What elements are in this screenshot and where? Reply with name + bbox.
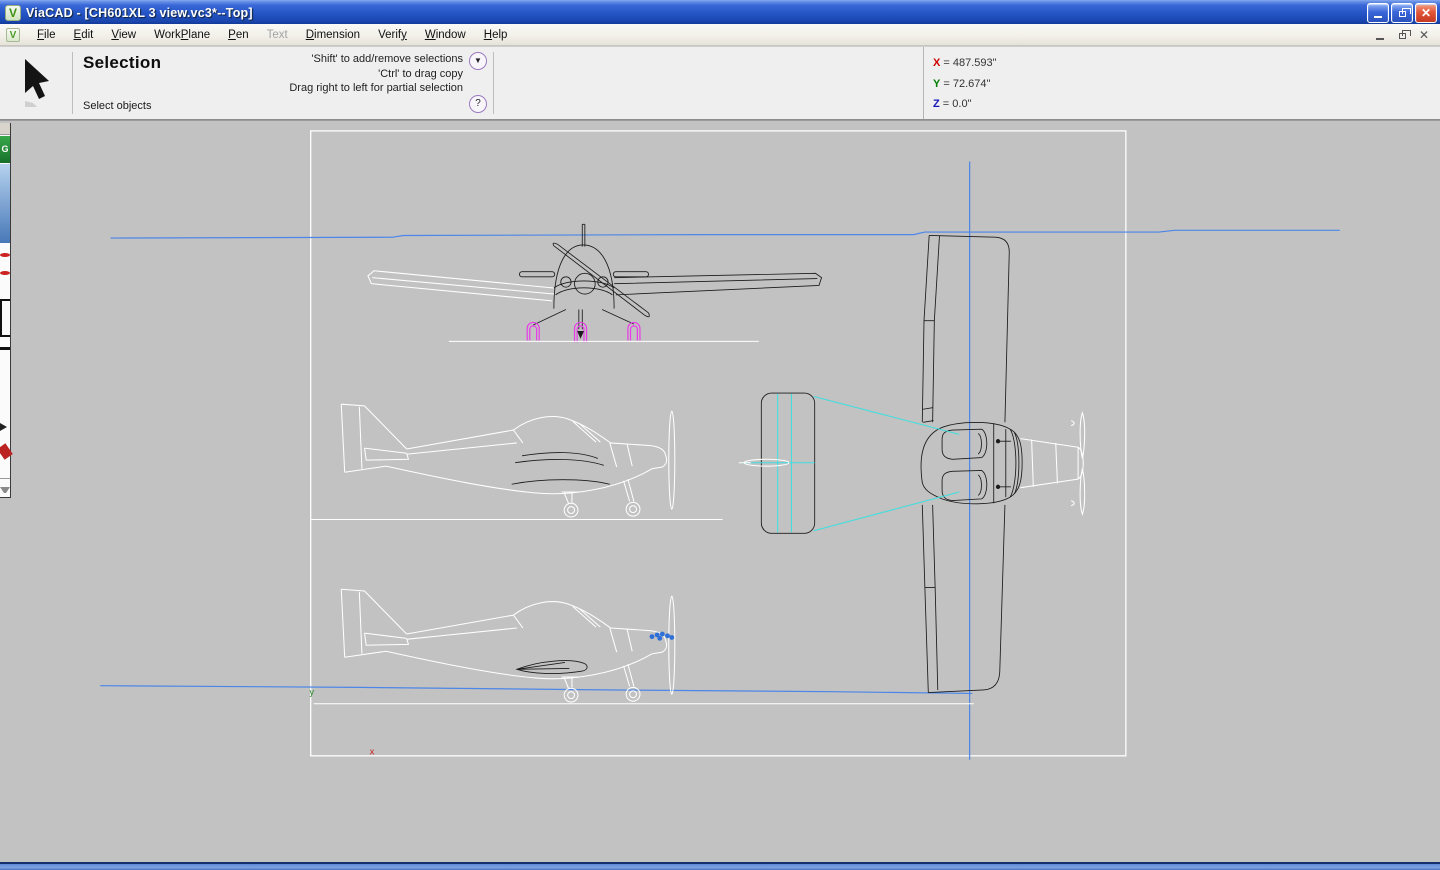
left-toolbar-partial[interactable]: G (0, 123, 11, 498)
close-button[interactable]: ✕ (1415, 3, 1437, 23)
mdi-minimize-icon (1376, 33, 1384, 40)
title-bar: V ViaCAD - [CH601XL 3 view.vc3*--Top] ✕ (0, 0, 1440, 24)
tool-status: Select objects (83, 100, 241, 112)
menu-edit[interactable]: Edit (65, 26, 103, 44)
menu-workplane[interactable]: WorkPlane (145, 26, 219, 44)
menu-pen[interactable]: Pen (219, 26, 257, 44)
menu-help[interactable]: Help (475, 26, 517, 44)
toolbar-icon-fragment[interactable] (0, 271, 10, 275)
front-view-drawing[interactable] (368, 224, 822, 342)
toolbar-icon-fragment[interactable] (0, 487, 10, 493)
document-icon[interactable]: V (6, 28, 20, 42)
toolbar-icon-fragment[interactable] (0, 423, 10, 431)
restore-icon (1399, 11, 1406, 17)
toolbar-icon-fragment[interactable] (0, 347, 10, 350)
y-axis-label: y (309, 687, 314, 698)
x-axis-label: x (370, 747, 375, 758)
drawing-sheet[interactable]: y x (0, 121, 1440, 862)
menu-items: FileEditViewWorkPlanePenTextDimensionVer… (28, 26, 516, 44)
menu-bar: V FileEditViewWorkPlanePenTextDimensionV… (0, 24, 1440, 46)
toolbar-blue-panel-fragment[interactable] (0, 164, 10, 243)
menu-dimension[interactable]: Dimension (297, 26, 369, 44)
z-coordinate-value: = 0.0" (943, 98, 972, 110)
toolbar-icon-fragment[interactable] (0, 443, 13, 459)
toolbar-icon-fragment[interactable] (0, 253, 10, 257)
construction-lines[interactable] (100, 161, 1340, 759)
tool-options-dropdown-button[interactable]: ▼ (469, 52, 487, 70)
y-coordinate-value: = 72.674" (943, 78, 990, 90)
x-coordinate-value: = 487.593" (943, 57, 996, 69)
tool-name: Selection (83, 53, 241, 73)
tool-help-button[interactable]: ? (469, 95, 487, 113)
mdi-restore-icon (1399, 33, 1406, 39)
x-coordinate-label: X (933, 57, 940, 69)
viacad-app-icon[interactable]: V (5, 5, 21, 21)
cursor-arrow-icon (19, 57, 53, 109)
y-coordinate-label: Y (933, 78, 940, 90)
toolbar-icon-fragment[interactable] (0, 299, 10, 337)
menu-view[interactable]: View (102, 26, 145, 44)
z-coordinate-label: Z (933, 98, 940, 110)
close-icon: ✕ (1421, 8, 1431, 18)
sheet-border (311, 131, 1126, 756)
side-view-upper-drawing[interactable] (311, 404, 722, 519)
side-view-lower-drawing[interactable] (314, 589, 974, 703)
toolbar-g-button[interactable]: G (0, 136, 10, 163)
hint-line: Drag right to left for partial selection (241, 81, 463, 96)
minimize-icon (1374, 11, 1382, 18)
window-title: ViaCAD - [CH601XL 3 view.vc3*--Top] (26, 6, 1367, 20)
viacad-window: V ViaCAD - [CH601XL 3 view.vc3*--Top] ✕ … (0, 0, 1440, 870)
restore-button[interactable] (1391, 3, 1413, 23)
hint-line: 'Shift' to add/remove selections (241, 52, 463, 67)
toolbar-button-fragment[interactable] (0, 123, 10, 135)
selection-tool-icon-cell (0, 47, 72, 119)
tool-strip: Selection Select objects 'Shift' to add/… (0, 46, 1440, 120)
tool-hints: 'Shift' to add/remove selections 'Ctrl' … (241, 47, 463, 119)
toolbar-separator (0, 478, 10, 479)
menu-verify[interactable]: Verify (369, 26, 416, 44)
drawing-canvas[interactable]: G (0, 120, 1440, 862)
minimize-button[interactable] (1367, 3, 1389, 23)
window-bottom-border (0, 862, 1440, 870)
coordinate-readout: X = 487.593" Y = 72.674" Z = 0.0" (923, 47, 1440, 119)
top-view-drawing[interactable] (739, 235, 1085, 692)
menu-window[interactable]: Window (416, 26, 475, 44)
menu-text[interactable]: Text (258, 26, 297, 44)
hint-line: 'Ctrl' to drag copy (241, 67, 463, 82)
menu-file[interactable]: File (28, 26, 65, 44)
mdi-minimize-button[interactable] (1372, 28, 1388, 42)
mdi-close-button[interactable]: ✕ (1416, 28, 1432, 42)
mdi-restore-button[interactable] (1394, 28, 1410, 42)
